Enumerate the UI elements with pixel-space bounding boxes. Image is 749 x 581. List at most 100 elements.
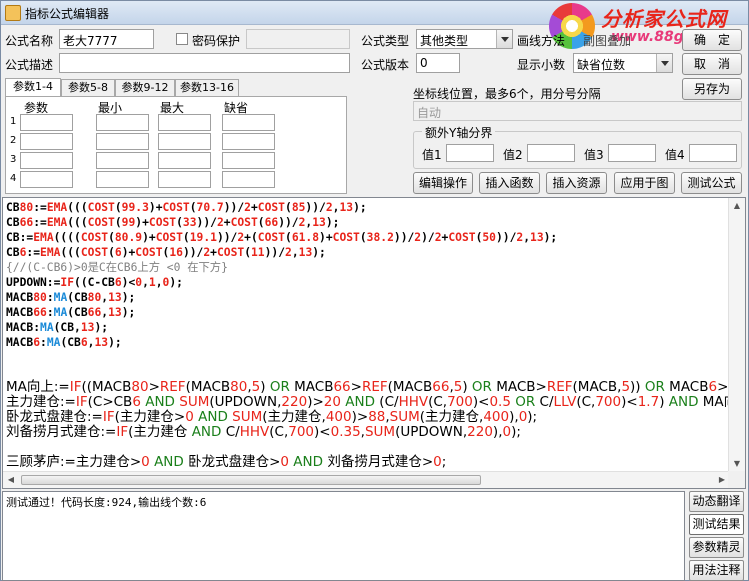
scroll-down-icon[interactable]: ▼ bbox=[729, 456, 745, 472]
param-2-max[interactable] bbox=[158, 133, 211, 150]
axis-value-3-label: 值3 bbox=[584, 148, 604, 162]
param-1-max[interactable] bbox=[158, 114, 211, 131]
param-wizard-button[interactable]: 参数精灵 bbox=[689, 537, 744, 558]
code-line[interactable]: UPDOWN:=IF((C-CB6)<0,1,0); bbox=[6, 275, 730, 290]
code-line[interactable] bbox=[6, 440, 730, 455]
watermark-brand: 分析家公式网 bbox=[601, 7, 727, 31]
code-line[interactable] bbox=[6, 365, 730, 380]
param-row-number: 1 bbox=[10, 116, 17, 127]
formula-editor-window: 指标公式编辑器 分析家公式网 www.88gs.com 公式名称 老大7777 … bbox=[0, 0, 749, 581]
confirm-button[interactable]: 确 定 bbox=[682, 29, 742, 51]
param-4-max[interactable] bbox=[158, 171, 211, 188]
overlay-label: 副图叠加 bbox=[583, 34, 632, 48]
usage-notes-button[interactable]: 用法注释 bbox=[689, 560, 744, 581]
param-4-min[interactable] bbox=[96, 171, 149, 188]
code-line[interactable]: MACB6:MA(CB6,13); bbox=[6, 335, 730, 350]
test-result-message: 测试通过！代码长度:924,输出线个数:6 bbox=[6, 496, 207, 509]
code-line[interactable]: 刘备捞月式建仓:=IF(主力建仓 AND C/HHV(C,700)<0.35,S… bbox=[6, 425, 730, 440]
coord-label: 坐标线位置，最多6个，用分号分隔 bbox=[413, 87, 601, 101]
param-3-name[interactable] bbox=[20, 152, 73, 169]
code-editor[interactable]: CB80:=EMA(((COST(99.3)+COST(70.7))/2+COS… bbox=[2, 197, 746, 489]
chevron-down-icon bbox=[656, 54, 672, 72]
password-input[interactable] bbox=[246, 29, 350, 49]
axis-value-4-input[interactable] bbox=[689, 144, 737, 162]
name-label: 公式名称 bbox=[5, 34, 54, 48]
version-label: 公式版本 bbox=[361, 58, 410, 72]
app-icon bbox=[5, 5, 21, 21]
param-1-default[interactable] bbox=[222, 114, 275, 131]
code-line[interactable]: 主力建仓:=IF(C>CB6 AND SUM(UPDOWN,220)>20 AN… bbox=[6, 395, 730, 410]
password-label: 密码保护 bbox=[192, 34, 241, 48]
desc-label: 公式描述 bbox=[5, 58, 54, 72]
code-area[interactable]: CB80:=EMA(((COST(99.3)+COST(70.7))/2+COS… bbox=[6, 200, 730, 468]
desc-input[interactable] bbox=[59, 53, 350, 73]
save-as-button[interactable]: 另存为 bbox=[682, 78, 742, 100]
param-panel: 参数 最小 最大 缺省 1 2 3 4 bbox=[5, 96, 347, 194]
version-input[interactable]: 0 bbox=[416, 53, 460, 73]
code-line[interactable]: 三顾茅庐:=主力建仓>0 AND 卧龙式盘建仓>0 AND 刘备捞月式建仓>0; bbox=[6, 455, 730, 469]
horizontal-scrollbar[interactable]: ◀ ▶ bbox=[3, 471, 730, 488]
axis-value-1-input[interactable] bbox=[446, 144, 494, 162]
code-line[interactable]: {//(C-CB6)>0是C在CB6上方 <0 在下方} bbox=[6, 260, 730, 275]
param-3-default[interactable] bbox=[222, 152, 275, 169]
code-line[interactable]: MA向上:=IF((MACB80>REF(MACB80,5) OR MACB66… bbox=[6, 380, 730, 395]
code-line[interactable]: CB6:=EMA(((COST(6)+COST(16))/2+COST(11))… bbox=[6, 245, 730, 260]
output-panel: 测试通过！代码长度:924,输出线个数:6 bbox=[2, 491, 685, 581]
window-title: 指标公式编辑器 bbox=[25, 7, 110, 21]
code-line[interactable]: MACB:MA(CB,13); bbox=[6, 320, 730, 335]
tab-params-13-16[interactable]: 参数13-16 bbox=[175, 79, 239, 97]
edit-ops-button[interactable]: 编辑操作 bbox=[413, 172, 473, 194]
scroll-up-icon[interactable]: ▲ bbox=[729, 198, 745, 214]
code-line[interactable]: CB80:=EMA(((COST(99.3)+COST(70.7))/2+COS… bbox=[6, 200, 730, 215]
extra-axis-label: 额外Y轴分界 bbox=[422, 124, 496, 141]
type-select[interactable]: 其他类型 bbox=[416, 29, 513, 49]
axis-value-2-label: 值2 bbox=[503, 148, 523, 162]
param-3-min[interactable] bbox=[96, 152, 149, 169]
decimal-label: 显示小数 bbox=[517, 58, 566, 72]
vertical-scrollbar[interactable]: ▲ ▼ bbox=[728, 198, 745, 472]
insert-resource-button[interactable]: 插入资源 bbox=[546, 172, 607, 194]
param-1-min[interactable] bbox=[96, 114, 149, 131]
param-2-default[interactable] bbox=[222, 133, 275, 150]
param-row-number: 3 bbox=[10, 154, 17, 165]
axis-value-1-label: 值1 bbox=[422, 148, 442, 162]
axis-value-2-input[interactable] bbox=[527, 144, 575, 162]
scroll-corner bbox=[728, 471, 745, 488]
test-result-button[interactable]: 测试结果 bbox=[689, 514, 744, 535]
tab-params-9-12[interactable]: 参数9-12 bbox=[115, 79, 175, 97]
param-3-max[interactable] bbox=[158, 152, 211, 169]
name-input[interactable]: 老大7777 bbox=[59, 29, 154, 49]
axis-value-3-input[interactable] bbox=[608, 144, 656, 162]
coord-input[interactable]: 自动 bbox=[413, 101, 742, 121]
code-line[interactable]: 卧龙式盘建仓:=IF(主力建仓>0 AND SUM(主力建仓,400)>88,S… bbox=[6, 410, 730, 425]
param-row-number: 4 bbox=[10, 173, 17, 184]
decimal-select[interactable]: 缺省位数 bbox=[573, 53, 673, 73]
code-line[interactable] bbox=[6, 350, 730, 365]
param-4-name[interactable] bbox=[20, 171, 73, 188]
param-4-default[interactable] bbox=[222, 171, 275, 188]
param-2-name[interactable] bbox=[20, 133, 73, 150]
type-label: 公式类型 bbox=[361, 34, 410, 48]
axis-value-4-label: 值4 bbox=[665, 148, 685, 162]
param-2-min[interactable] bbox=[96, 133, 149, 150]
extra-axis-group: 额外Y轴分界 值1 值2 值3 值4 bbox=[413, 124, 742, 169]
horizontal-scroll-thumb[interactable] bbox=[21, 475, 481, 485]
decimal-select-value: 缺省位数 bbox=[577, 58, 626, 72]
insert-func-button[interactable]: 插入函数 bbox=[479, 172, 540, 194]
code-line[interactable]: MACB80:MA(CB80,13); bbox=[6, 290, 730, 305]
param-row-number: 2 bbox=[10, 135, 17, 146]
code-line[interactable]: MACB66:MA(CB66,13); bbox=[6, 305, 730, 320]
tab-params-5-8[interactable]: 参数5-8 bbox=[61, 79, 115, 97]
code-line[interactable]: CB:=EMA((((COST(80.9)+COST(19.1))/2+(COS… bbox=[6, 230, 730, 245]
apply-to-chart-button[interactable]: 应用于图 bbox=[614, 172, 675, 194]
chevron-down-icon bbox=[496, 30, 512, 48]
dynamic-translate-button[interactable]: 动态翻译 bbox=[689, 491, 744, 512]
tab-params-1-4[interactable]: 参数1-4 bbox=[5, 78, 61, 98]
cancel-button[interactable]: 取 消 bbox=[682, 53, 742, 75]
type-select-value: 其他类型 bbox=[420, 34, 469, 48]
code-line[interactable]: CB66:=EMA(((COST(99)+COST(33))/2+COST(66… bbox=[6, 215, 730, 230]
password-checkbox[interactable] bbox=[176, 33, 188, 45]
param-1-name[interactable] bbox=[20, 114, 73, 131]
scroll-left-icon[interactable]: ◀ bbox=[3, 472, 19, 488]
test-formula-button[interactable]: 测试公式 bbox=[681, 172, 742, 194]
